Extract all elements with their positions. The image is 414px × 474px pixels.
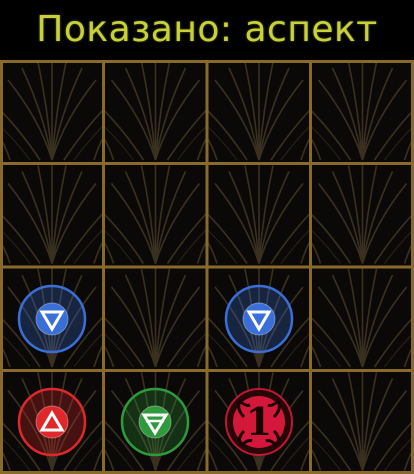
board-token-water[interactable] bbox=[17, 284, 87, 354]
board-token-water[interactable] bbox=[224, 284, 294, 354]
board-token-fire[interactable] bbox=[17, 387, 87, 457]
board-token-numbered[interactable]: 1 bbox=[224, 387, 294, 457]
game-board: 1 bbox=[0, 60, 414, 474]
token-number: 1 bbox=[246, 399, 272, 444]
board-token-earth[interactable] bbox=[120, 387, 190, 457]
header: Показано: аспект bbox=[0, 0, 414, 60]
page-title: Показано: аспект bbox=[36, 9, 378, 50]
